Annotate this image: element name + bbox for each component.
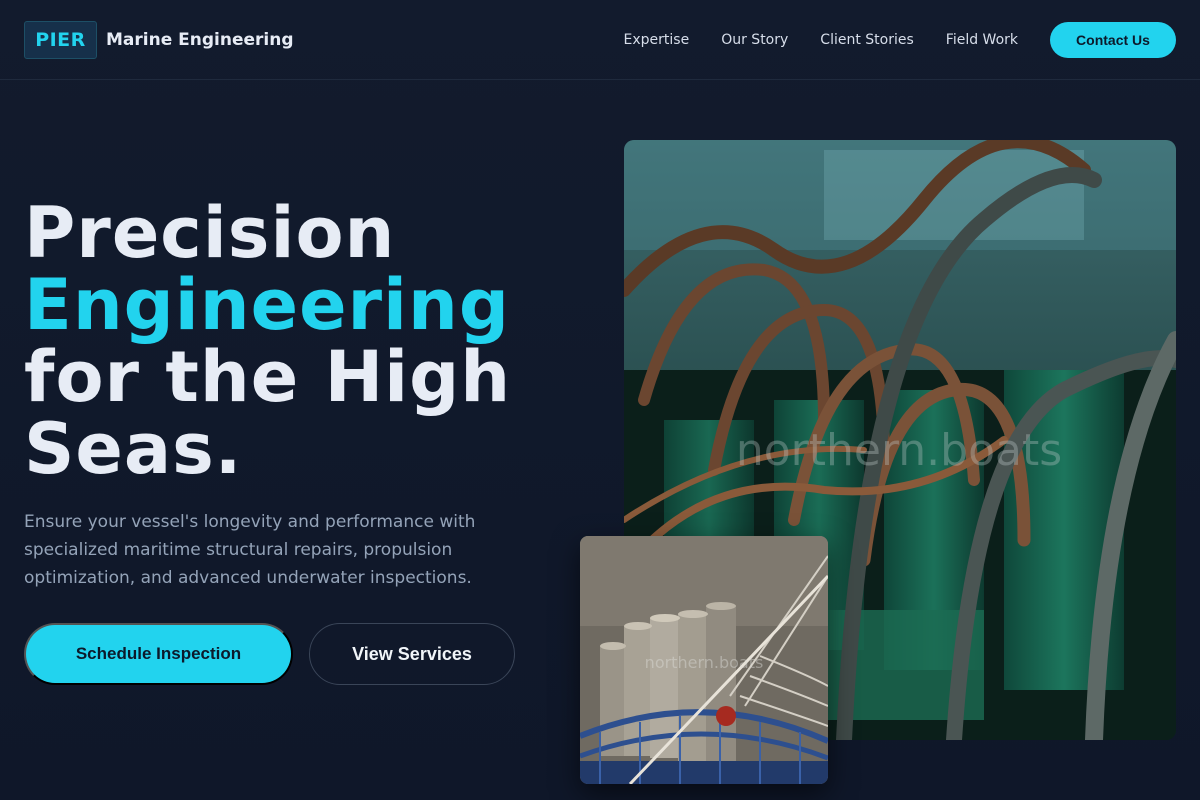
contact-us-button[interactable]: Contact Us <box>1050 21 1176 58</box>
ship-deck-illustration: northern.boats <box>580 536 828 784</box>
ship-deck-image: northern.boats <box>580 536 828 784</box>
brand-name[interactable]: Marine Engineering <box>106 30 294 50</box>
logo[interactable]: PIER <box>24 20 97 59</box>
hero-title-line-3: for the High <box>24 336 512 418</box>
hero-title-line-2: Engineering <box>24 264 510 346</box>
hero-title-line-1: Precision <box>24 192 396 274</box>
schedule-inspection-button[interactable]: Schedule Inspection <box>24 623 293 685</box>
site-header: PIER Marine Engineering Expertise Our St… <box>0 0 1200 80</box>
hero-title-line-4: Seas. <box>24 408 243 490</box>
view-services-button[interactable]: View Services <box>309 623 515 685</box>
nav-link-field-work[interactable]: Field Work <box>946 32 1018 48</box>
nav-link-expertise[interactable]: Expertise <box>624 32 690 48</box>
page: PIER Marine Engineering Expertise Our St… <box>0 0 1200 800</box>
hero-subtitle: Ensure your vessel's longevity and perfo… <box>24 512 476 588</box>
hero-title: Precision Engineering for the High Seas. <box>24 197 584 485</box>
main-nav: Expertise Our Story Client Stories Field… <box>624 21 1176 58</box>
nav-link-our-story[interactable]: Our Story <box>721 32 788 48</box>
secondary-image-watermark: northern.boats <box>645 653 764 672</box>
main-image-watermark: northern.boats <box>736 425 1062 476</box>
nav-link-client-stories[interactable]: Client Stories <box>820 32 913 48</box>
brand[interactable]: PIER Marine Engineering <box>24 20 294 59</box>
